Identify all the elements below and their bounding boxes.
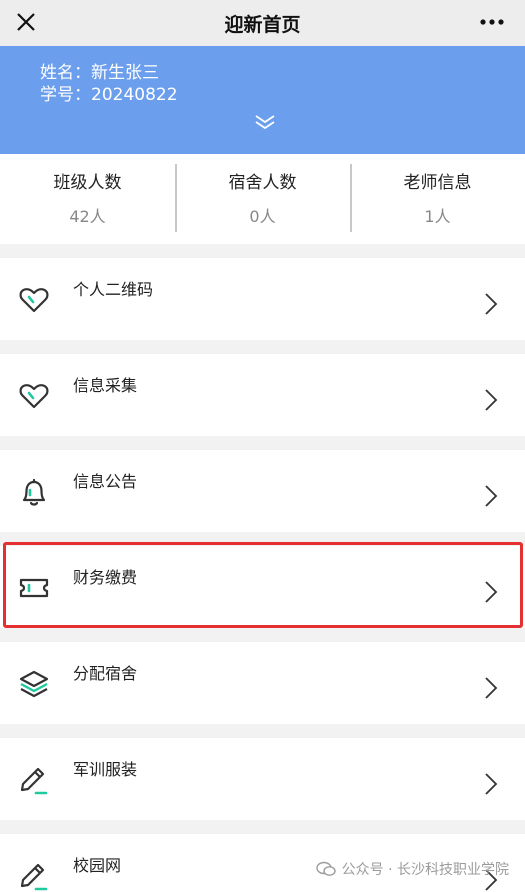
watermark-text: 公众号 · 长沙科技职业学院 xyxy=(341,862,509,878)
chevron-right-icon xyxy=(485,485,498,507)
watermark: 公众号 · 长沙科技职业学院 xyxy=(315,859,509,879)
stat-label: 宿舍人数 xyxy=(228,172,297,193)
menu-item-label: 校园网 xyxy=(73,856,122,875)
stat-class-count[interactable]: 班级人数 42人 xyxy=(0,154,175,244)
pencil-icon xyxy=(20,863,48,891)
pencil-icon xyxy=(20,767,48,795)
chevron-right-icon xyxy=(485,389,498,411)
stat-label: 班级人数 xyxy=(53,172,122,193)
menu-item-label: 财务缴费 xyxy=(73,568,138,587)
ticket-icon xyxy=(19,578,49,598)
stat-value: 1人 xyxy=(424,206,451,226)
menu-item-qr-code[interactable]: 个人二维码 xyxy=(0,258,525,340)
stat-label: 老师信息 xyxy=(403,172,472,193)
stat-dorm-count[interactable]: 宿舍人数 0人 xyxy=(175,154,350,244)
menu-item-dorm-assignment[interactable]: 分配宿舍 xyxy=(0,642,525,724)
top-bar: 迎新首页 xyxy=(0,0,525,46)
student-id: 学号：20240822 xyxy=(40,85,178,105)
chevron-right-icon xyxy=(485,293,498,315)
student-name: 姓名：新生张三 xyxy=(40,63,159,83)
wechat-icon xyxy=(315,861,336,876)
profile-banner: 姓名：新生张三 学号：20240822 xyxy=(0,46,525,154)
chevron-right-icon xyxy=(485,773,498,795)
heart-icon xyxy=(19,288,49,313)
more-icon[interactable] xyxy=(477,8,507,36)
menu-item-label: 信息公告 xyxy=(73,472,138,491)
menu-item-info-collection[interactable]: 信息采集 xyxy=(0,354,525,436)
menu-item-military-uniform[interactable]: 军训服装 xyxy=(0,738,525,820)
page-title: 迎新首页 xyxy=(224,13,301,36)
menu-item-label: 分配宿舍 xyxy=(73,664,138,683)
menu-item-label: 军训服装 xyxy=(73,760,138,779)
double-chevron-down-icon[interactable] xyxy=(252,112,278,132)
stat-value: 0人 xyxy=(249,206,276,226)
heart-icon xyxy=(19,384,49,409)
menu-item-label: 信息采集 xyxy=(73,376,138,395)
menu-item-announcements[interactable]: 信息公告 xyxy=(0,450,525,532)
menu-item-label: 个人二维码 xyxy=(73,280,154,299)
menu-item-payment[interactable]: 财务缴费 xyxy=(0,546,525,628)
chevron-right-icon xyxy=(485,677,498,699)
layers-icon xyxy=(19,670,49,698)
close-icon[interactable] xyxy=(12,8,40,36)
stats-panel: 班级人数 42人 宿舍人数 0人 老师信息 1人 xyxy=(0,154,525,244)
stat-value: 42人 xyxy=(69,206,106,226)
chevron-right-icon xyxy=(485,581,498,603)
bell-icon xyxy=(22,478,46,506)
stat-teacher-info[interactable]: 老师信息 1人 xyxy=(350,154,525,244)
